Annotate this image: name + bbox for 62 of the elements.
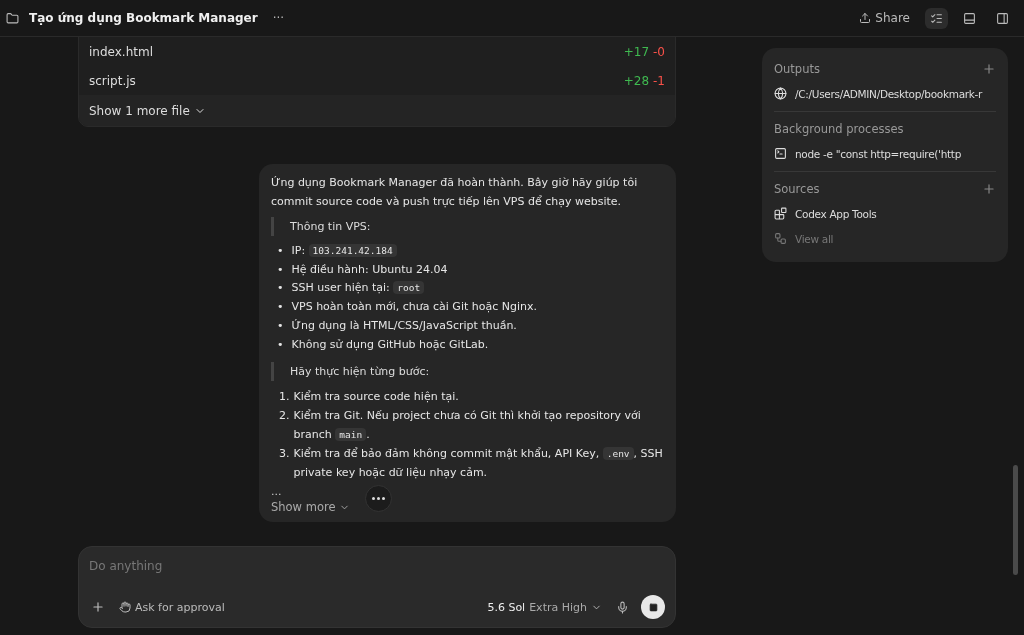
step-number: 2.: [279, 408, 290, 425]
list-item: SSH user hiện tại: root: [291, 279, 425, 299]
show-more-files-button[interactable]: Show 1 more file: [79, 95, 675, 126]
upload-icon: [859, 12, 872, 24]
panel-right-icon: [996, 11, 1009, 25]
section-title: Background processes: [774, 122, 904, 136]
file-name: script.js: [89, 73, 137, 88]
share-button[interactable]: Share: [854, 7, 915, 29]
bullet: •: [277, 336, 284, 353]
added-count: +17: [623, 44, 650, 59]
panel-bottom-icon: [963, 11, 976, 25]
step-text: Kiểm tra source code hiện tại.: [293, 389, 459, 406]
bullet: •: [277, 243, 284, 259]
prompt-field[interactable]: Do anything Ask for approval 5.6 Sol Extra High: [78, 546, 676, 628]
bullet: •: [277, 299, 284, 316]
added-count: +28: [623, 73, 650, 88]
bullet: •: [277, 317, 284, 334]
step-text: Kiểm tra để bảo đảm không commit mật khẩu, API Key, .env , SSH private key hoặc dữ liệu nhạy cảm.: [293, 446, 664, 482]
stop-icon: [648, 602, 658, 612]
add-icon[interactable]: [982, 182, 996, 196]
ellipsis: ...: [271, 485, 283, 499]
effort-level: Extra High: [529, 600, 587, 614]
section-title: Sources: [774, 182, 820, 196]
model-name: 5.6 Sol: [487, 600, 526, 614]
approval-button[interactable]: Ask for approval: [117, 598, 227, 616]
quote-text: Thông tin VPS:: [271, 217, 664, 236]
show-more-button[interactable]: Show more: [271, 500, 351, 515]
step-number: 1.: [279, 389, 290, 406]
microphone-icon: [616, 600, 629, 614]
more-options-button[interactable]: [365, 485, 392, 513]
step-number: 3.: [279, 446, 290, 463]
checklist-icon: [930, 11, 943, 25]
hand-icon: [119, 601, 131, 613]
checklist-toggle-button[interactable]: [925, 7, 948, 29]
panel-item[interactable]: /C:/Users/ADMIN/Desktop/bookmark-r: [774, 81, 996, 106]
removed-count: -1: [653, 73, 665, 88]
step-text: Kiểm tra Git. Nếu project chưa có Git thì khởi tạo repository với branch main .: [293, 408, 642, 444]
panel-item[interactable]: node -e "const http=require('http: [774, 141, 996, 166]
bullet: •: [277, 280, 284, 297]
bullet: •: [277, 261, 284, 278]
list-item: Không sử dụng GitHub hoặc GitLab.: [291, 336, 489, 353]
more-button[interactable]: ···: [267, 7, 290, 29]
message-text: Ứng dụng Bookmark Manager đã hoàn thành. Bây giờ hãy giúp tôi commit source code và push trực tiếp lên VPS để chạy website.: [271, 175, 639, 210]
stop-button[interactable]: [641, 595, 665, 619]
add-icon[interactable]: [982, 62, 996, 76]
model-selector[interactable]: 5.6 Sol Extra High: [485, 598, 604, 616]
file-name: index.html: [89, 44, 154, 59]
plus-icon: [91, 600, 105, 614]
link-icon: [774, 232, 787, 245]
panel-item[interactable]: Codex App Tools: [774, 201, 996, 226]
section-title: Outputs: [774, 62, 820, 76]
scrollbar-thumb[interactable]: [1012, 465, 1018, 575]
globe-icon: [774, 87, 787, 100]
list-item: Hệ điều hành: Ubuntu 24.04: [291, 261, 448, 278]
terminal-icon: [774, 147, 787, 160]
list-item: Ứng dụng là HTML/CSS/JavaScript thuần.: [291, 317, 517, 334]
chat-title: Tạo ứng dụng Bookmark Manager: [29, 11, 258, 25]
tools-icon: [774, 207, 787, 220]
quote-text: Hãy thực hiện từng bước:: [271, 362, 664, 382]
removed-count: -0: [653, 44, 665, 59]
list-item: VPS hoàn toàn mới, chưa cài Git hoặc Nginx.: [291, 299, 537, 316]
folder-icon: [6, 11, 19, 25]
